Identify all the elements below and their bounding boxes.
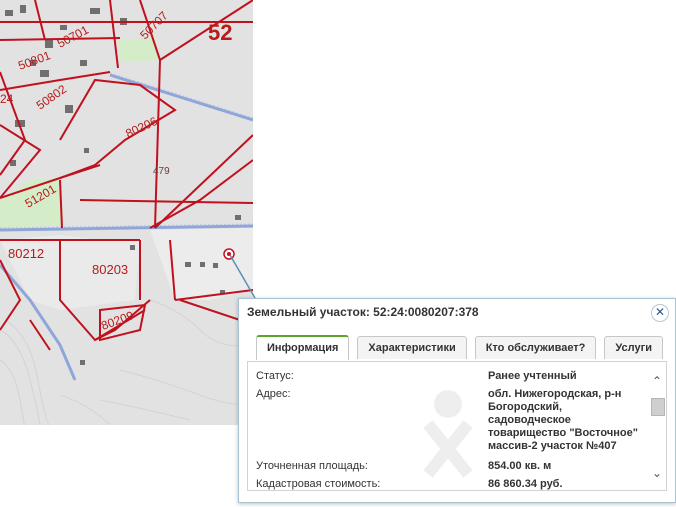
chevron-down-icon[interactable]: ⌄ — [650, 466, 664, 480]
info-popup: Земельный участок: 52:24:0080207:378 ✕ И… — [238, 298, 676, 503]
address-value-line: обл. Нижегородская, р-н — [488, 388, 622, 400]
close-icon[interactable]: ✕ — [651, 304, 669, 322]
tab-info[interactable]: Информация — [256, 335, 350, 360]
tab-characteristics[interactable]: Характеристики — [357, 336, 467, 359]
popup-pointer — [229, 254, 256, 299]
parcel-label: 80203 — [92, 262, 128, 277]
address-value-line: Богородский, — [488, 401, 563, 413]
status-label: Статус: — [256, 370, 294, 382]
address-value-line: массив-2 участок №407 — [488, 440, 617, 452]
cadastral-map[interactable]: 52 50701 50707 50801 50802 24 80206 479 … — [0, 0, 253, 425]
scrollbar[interactable]: ⌃ ⌄ — [650, 374, 665, 484]
popup-title: Земельный участок: 52:24:0080207:378 — [247, 305, 479, 319]
address-label: Адрес: — [256, 388, 291, 400]
parcel-label: 80212 — [8, 246, 44, 261]
status-value: Ранее учтенный — [488, 370, 577, 382]
cadastral-cost-label: Кадастровая стоимость: — [256, 478, 381, 490]
parcel-label: 24 — [0, 92, 14, 106]
address-value-line: садоводческое — [488, 414, 571, 426]
tab-bar: Информация Характеристики Кто обслуживае… — [256, 335, 671, 360]
info-panel: Статус: Ранее учтенный Адрес: обл. Нижег… — [247, 361, 667, 491]
map-canvas[interactable]: 52 50701 50707 50801 50802 24 80206 479 … — [0, 0, 253, 425]
chevron-up-icon[interactable]: ⌃ — [650, 374, 664, 388]
cadastral-cost-value: 86 860.34 руб. — [488, 478, 563, 490]
scrollbar-thumb[interactable] — [651, 398, 665, 416]
tab-services[interactable]: Услуги — [604, 336, 663, 359]
parcel-label: 479 — [153, 166, 170, 177]
area-label: Уточненная площадь: — [256, 460, 368, 472]
address-value-line: товарищество "Восточное" — [488, 427, 638, 439]
area-value: 854.00 кв. м — [488, 460, 552, 472]
tab-who-serves[interactable]: Кто обслуживает? — [474, 336, 597, 359]
parcel-label: 52 — [208, 20, 232, 45]
